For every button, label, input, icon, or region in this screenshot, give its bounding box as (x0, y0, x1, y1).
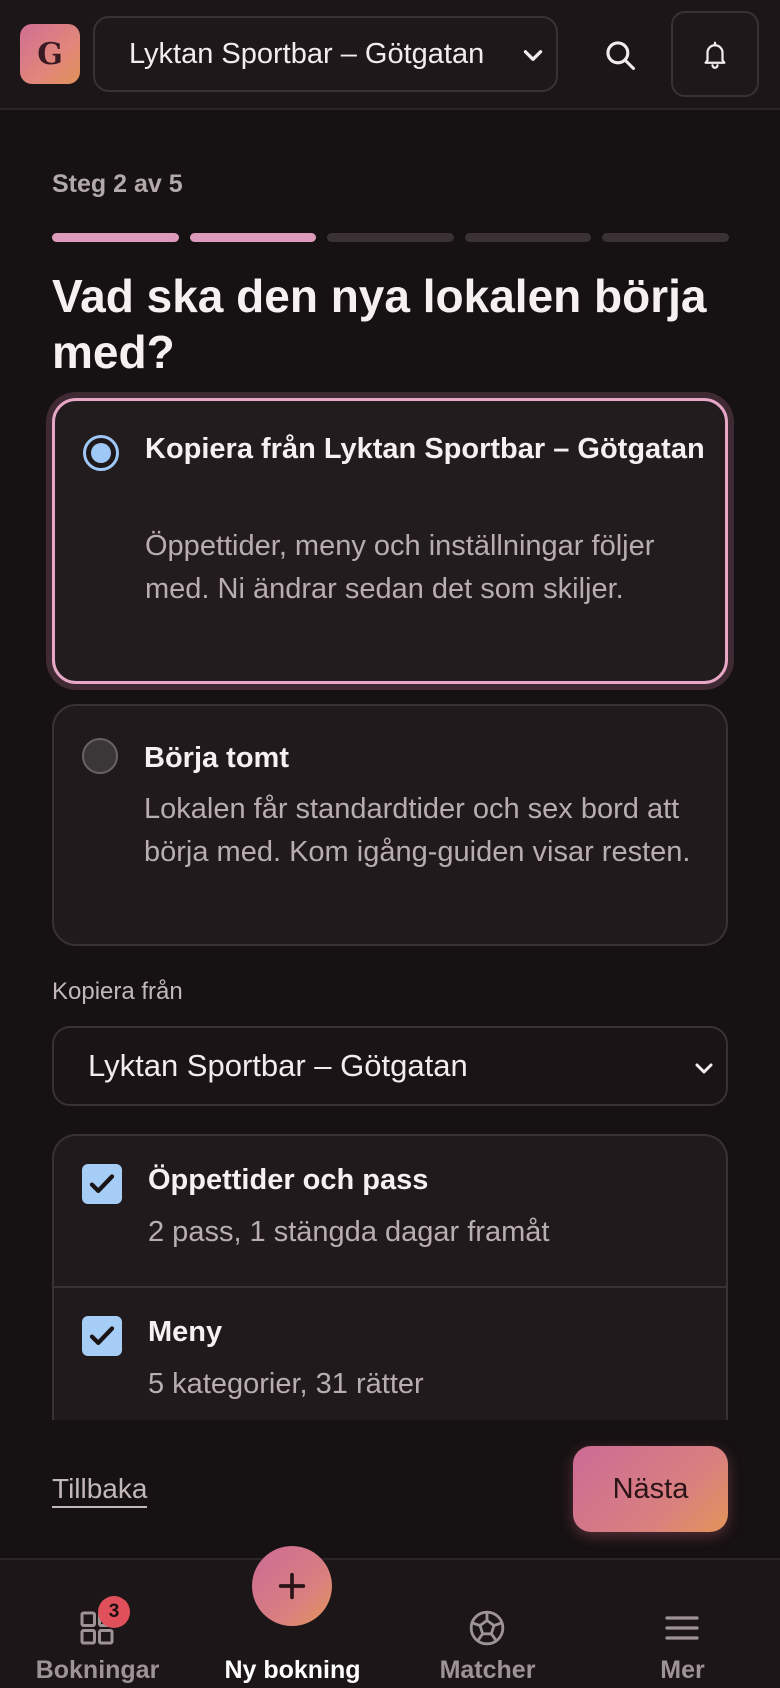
progress-segment-1 (52, 233, 179, 242)
option-title: Börja tomt (144, 742, 289, 774)
logo-letter: G (37, 36, 63, 72)
app-logo[interactable]: G (20, 24, 80, 84)
copy-from-select[interactable]: Lyktan Sportbar – Götgatan (52, 1026, 728, 1106)
search-button[interactable] (590, 25, 650, 85)
option-description: Lokalen får standardtider och sex bord a… (144, 793, 691, 868)
nav-label: Matcher (439, 1656, 536, 1684)
nav-item-more[interactable]: Mer (585, 1560, 780, 1688)
radio-button-selected[interactable] (83, 435, 119, 471)
copy-from-value: Lyktan Sportbar – Götgatan (88, 1048, 468, 1083)
option-start-empty[interactable]: Börja tomt Lokalen får standardtider och… (52, 704, 728, 946)
nav-item-new-booking[interactable]: Ny bokning (195, 1546, 390, 1688)
bottom-nav: 3 Bokningar Ny bokning Matcher Mer (0, 1546, 780, 1688)
notifications-button[interactable] (671, 11, 759, 97)
back-link[interactable]: Tillbaka (52, 1472, 148, 1508)
list-item[interactable]: Öppettider och pass 2 pass, 1 stängda da… (54, 1136, 726, 1286)
plus-icon (278, 1572, 306, 1600)
nav-item-matches[interactable]: Matcher (390, 1560, 585, 1688)
new-booking-button[interactable] (252, 1546, 332, 1626)
notification-badge: 3 (98, 1596, 130, 1628)
chevron-down-icon (523, 50, 543, 61)
step-indicator: Steg 2 av 5 (52, 170, 183, 198)
menu-icon (665, 1616, 699, 1640)
checkmark-icon (89, 1174, 115, 1193)
page-title: Vad ska den nya lokalen börja med? (52, 270, 707, 378)
option-copy-from-venue[interactable]: Kopiera från Lyktan Sportbar – Götgatan … (52, 398, 728, 684)
list-item-description: 2 pass, 1 stängda dagar framåt (148, 1216, 550, 1248)
football-icon (469, 1610, 505, 1646)
search-icon (606, 41, 636, 71)
next-button[interactable]: Nästa (573, 1446, 728, 1532)
checkbox-menu[interactable] (82, 1316, 122, 1356)
list-item[interactable]: Meny 5 kategorier, 31 rätter (54, 1286, 726, 1420)
checkmark-icon (89, 1326, 115, 1345)
nav-label: Ny bokning (224, 1656, 361, 1684)
bell-icon (704, 41, 726, 69)
option-description: Öppettider, meny och inställningar följe… (145, 530, 655, 605)
progress-segment-4 (464, 233, 592, 242)
checkbox-opening-hours[interactable] (82, 1164, 122, 1204)
nav-label: Bokningar (35, 1656, 160, 1684)
progress-segment-3 (327, 233, 454, 242)
radio-button[interactable] (82, 738, 118, 774)
nav-item-bookings[interactable]: 3 Bokningar (0, 1560, 195, 1688)
venue-select-value: Lyktan Sportbar – Götgatan (129, 37, 485, 70)
copy-items-list: Öppettider och pass 2 pass, 1 stängda da… (52, 1134, 728, 1420)
progress-segment-5 (602, 233, 729, 242)
option-title: Kopiera från Lyktan Sportbar – Götgatan (145, 433, 705, 465)
list-item-description: 5 kategorier, 31 rätter (148, 1368, 424, 1400)
list-item-title: Öppettider och pass (148, 1164, 429, 1196)
copy-from-label: Kopiera från (52, 978, 183, 1005)
progress-bar (52, 233, 729, 242)
chevron-down-icon (695, 1063, 713, 1074)
list-item-title: Meny (148, 1316, 223, 1348)
venue-select[interactable]: Lyktan Sportbar – Götgatan (93, 16, 558, 92)
nav-label: Mer (660, 1656, 705, 1684)
top-bar: G Lyktan Sportbar – Götgatan (0, 0, 780, 110)
progress-segment-2 (189, 233, 317, 242)
